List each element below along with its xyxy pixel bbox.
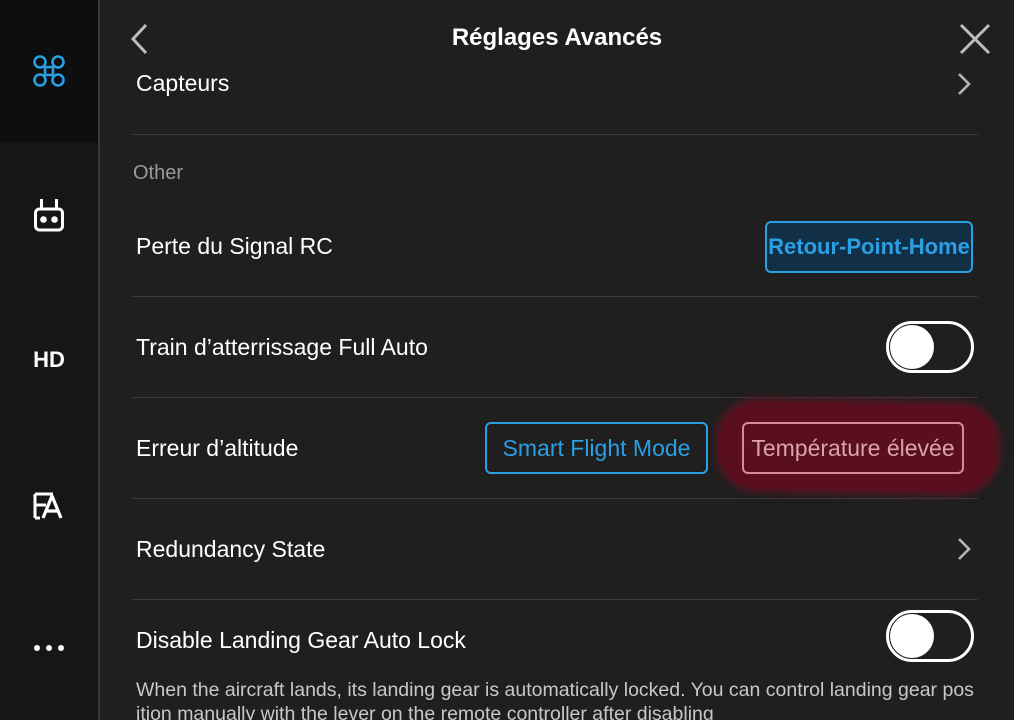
row-redundancy-label: Redundancy State [136,536,326,562]
row-redundancy[interactable]: Redundancy State [132,499,978,600]
chevron-right-icon [954,535,974,563]
gear-lock-description: When the aircraft lands, its landing gea… [136,679,974,720]
row-landing-gear-auto-label: Train d’atterrissage Full Auto [136,334,428,360]
language-icon [33,492,63,520]
section-header-other: Other [133,162,184,184]
row-signal-loss-label: Perte du Signal RC [136,233,333,259]
landing-gear-auto-toggle[interactable] [886,321,974,373]
close-icon [959,23,991,55]
sidebar-item-language[interactable] [0,470,98,542]
drone-icon [33,55,65,87]
gear-lock-toggle[interactable] [886,610,974,662]
sidebar-item-hd[interactable]: HD [0,324,98,396]
hd-label: HD [33,347,65,372]
row-signal-loss: Perte du Signal RC Retour-Point-Home [132,196,978,297]
smart-flight-mode-button[interactable]: Smart Flight Mode [485,422,708,474]
remote-controller-icon [34,199,64,232]
sidebar-item-aircraft[interactable] [0,0,98,142]
return-home-button[interactable]: Retour-Point-Home [765,221,973,273]
chevron-right-icon [954,70,974,98]
row-capteurs[interactable]: Capteurs [132,60,978,135]
toggle-knob [890,325,934,369]
row-gear-lock: Disable Landing Gear Auto Lock [132,600,978,676]
row-landing-gear-auto: Train d’atterrissage Full Auto [132,297,978,398]
row-altitude-error-label: Erreur d’altitude [136,435,299,461]
page-title: Réglages Avancés [451,24,663,51]
advanced-settings-screen: HD Réglages Avancés Capteurs Other Perte… [0,0,1014,720]
more-icon [34,645,64,651]
sidebar-item-more[interactable] [0,614,98,682]
close-button[interactable] [956,20,994,58]
high-temperature-button[interactable]: Température élevée [742,422,964,474]
sidebar: HD [0,0,100,720]
row-capteurs-label: Capteurs [136,70,230,96]
settings-panel: Réglages Avancés Capteurs Other Perte du… [100,0,1014,720]
sidebar-item-remote-controller[interactable] [0,178,98,254]
toggle-knob [890,614,934,658]
row-gear-lock-label: Disable Landing Gear Auto Lock [136,627,466,653]
